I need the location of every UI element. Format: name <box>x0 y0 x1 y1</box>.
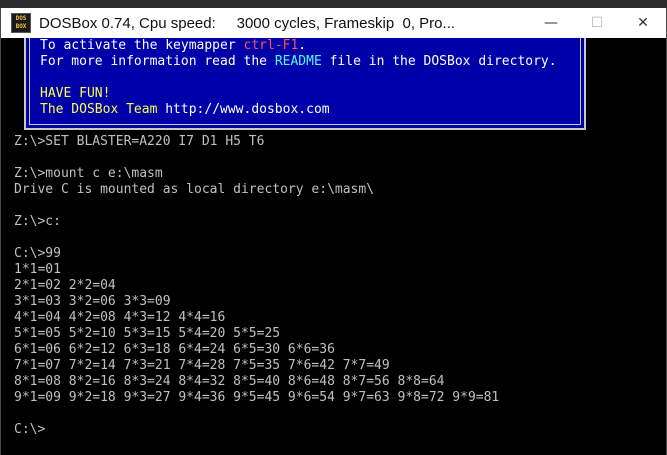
banner-text: file in the DOSBox directory. <box>321 54 557 69</box>
dosbox-url: http://www.dosbox.com <box>165 102 330 117</box>
console-line: 8*1=08 8*2=16 8*3=24 8*4=32 8*5=40 8*6=4… <box>14 374 445 389</box>
dos-console[interactable]: To activate the keymapper ctrl-F1. For m… <box>14 38 666 455</box>
banner-line-team: The DOSBox Team http://www.dosbox.com <box>40 102 330 118</box>
maximize-button[interactable]: ☐ <box>574 8 620 38</box>
dosbox-app-icon[interactable]: DOS BOX <box>11 13 31 33</box>
console-line: 2*1=02 2*2=04 <box>14 278 116 293</box>
app-icon-label: DOS BOX <box>15 15 27 30</box>
console-prompt[interactable]: C:\> <box>14 422 45 438</box>
banner-text: . <box>298 38 307 53</box>
maximize-icon: ☐ <box>590 15 604 31</box>
console-line: Z:\>mount c e:\masm <box>14 166 163 181</box>
close-button[interactable]: ✕ <box>620 8 666 38</box>
console-line: 1*1=01 <box>14 262 61 277</box>
minimize-button[interactable]: — <box>528 8 574 38</box>
console-line: 6*1=06 6*2=12 6*3=18 6*4=24 6*5=30 6*6=3… <box>14 342 335 357</box>
minimize-icon: — <box>544 15 558 31</box>
team-label: The DOSBox Team <box>40 102 166 117</box>
banner-line-readme: For more information read the README fil… <box>40 54 557 70</box>
console-line: 3*1=03 3*2=06 3*3=09 <box>14 294 171 309</box>
close-icon: ✕ <box>637 15 649 31</box>
console-line: 9*1=09 9*2=18 9*3=27 9*4=36 9*5=45 9*6=5… <box>14 390 500 405</box>
banner-text: To activate the keymapper <box>40 38 244 53</box>
title-bar[interactable]: DOS BOX DOSBox 0.74, Cpu speed: 3000 cyc… <box>1 8 666 38</box>
console-line: Z:\>SET BLASTER=A220 I7 D1 H5 T6 <box>14 134 265 149</box>
console-line: Z:\>c: <box>14 214 61 229</box>
dosbox-window: DOS BOX DOSBox 0.74, Cpu speed: 3000 cyc… <box>0 8 667 455</box>
window-title: DOSBox 0.74, Cpu speed: 3000 cycles, Fra… <box>39 14 456 32</box>
banner-text: For more information read the <box>40 54 275 69</box>
console-line: 5*1=05 5*2=10 5*3=15 5*4=20 5*5=25 <box>14 326 281 341</box>
keymapper-shortcut: ctrl-F1 <box>243 38 299 53</box>
banner-line-keymapper: To activate the keymapper ctrl-F1. <box>40 38 306 54</box>
banner-line-have-fun: HAVE FUN! <box>40 86 111 101</box>
readme-label: README <box>274 54 322 69</box>
console-line: C:\>99 <box>14 246 61 261</box>
console-line: Drive C is mounted as local directory e:… <box>14 182 375 197</box>
welcome-banner: To activate the keymapper ctrl-F1. For m… <box>24 38 586 130</box>
console-line: 4*1=04 4*2=08 4*3=12 4*4=16 <box>14 310 226 325</box>
console-line: 7*1=07 7*2=14 7*3=21 7*4=28 7*5=35 7*6=4… <box>14 358 390 373</box>
